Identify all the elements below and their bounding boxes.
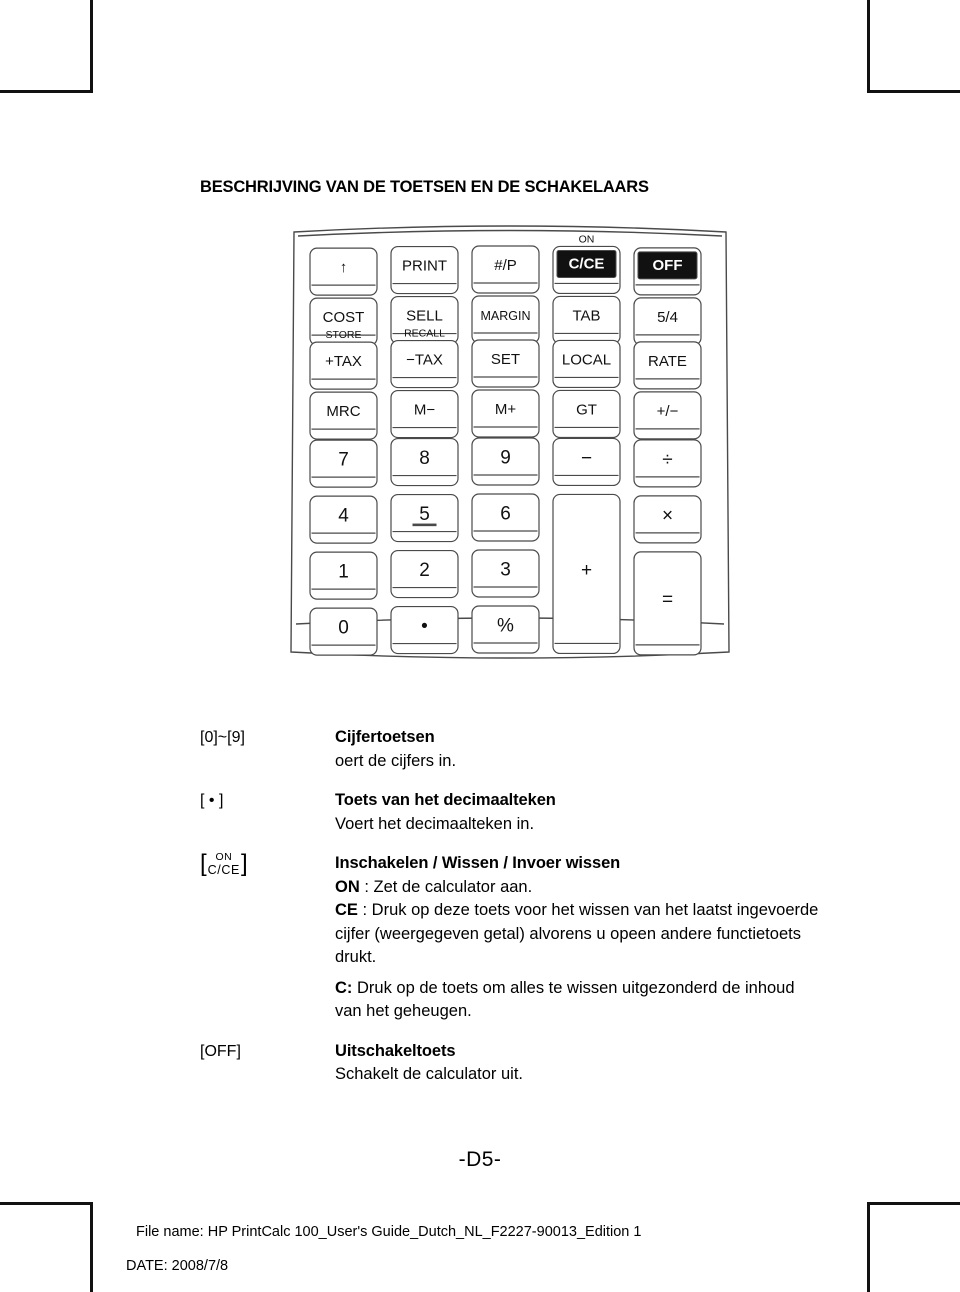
key-label-off-key: [OFF] [200, 1042, 241, 1060]
svg-text:RATE: RATE [648, 353, 687, 370]
description-heading: Uitschakeltoets [335, 1041, 456, 1060]
svg-text:−: − [581, 448, 592, 469]
svg-text:7: 7 [338, 450, 349, 471]
svg-text:−TAX: −TAX [406, 352, 443, 369]
footer-date: DATE: 2008/7/8 [126, 1258, 229, 1274]
page-number: -D5- [458, 1148, 502, 1171]
crop-mark-bottom-left-horizontal [0, 1202, 93, 1205]
svg-text:2: 2 [419, 560, 430, 581]
key-stack: ON C/CE [207, 852, 241, 876]
calculator-keypad-illustration: ↑ PRINT #/P C/CE ON OFF COST SELL MARGIN TAB 5/4 +T… [280, 212, 740, 687]
description-lead-ce: CE [335, 901, 358, 919]
key-description-list: [0]~[9] Cijfertoetsen oert de cijfers in… [200, 726, 820, 1103]
description-text: Voert het decimaalteken in. [335, 814, 535, 833]
svg-text:4: 4 [338, 506, 349, 527]
svg-text:×: × [662, 505, 673, 526]
svg-text:÷: ÷ [662, 449, 672, 470]
description-body-digit-keys: Cijfertoetsen oert de cijfers in. [335, 726, 820, 773]
svg-text:8: 8 [419, 448, 430, 469]
svg-text:LOCAL: LOCAL [562, 351, 611, 368]
crop-mark-top-right-horizontal [867, 90, 960, 93]
svg-text:SET: SET [491, 351, 520, 368]
svg-text:+TAX: +TAX [325, 353, 362, 370]
description-heading: Toets van het decimaalteken [335, 791, 556, 809]
svg-text:5/4: 5/4 [657, 309, 678, 326]
description-lead-c: C: [335, 978, 353, 997]
svg-text:GT: GT [576, 401, 597, 418]
svg-text:0: 0 [338, 618, 349, 639]
description-line-c: C: Druk op de toets om alles te wissen u… [335, 977, 820, 1024]
crop-mark-bottom-right-horizontal [867, 1202, 960, 1205]
key-label-on-clear-key: [ ON C/CE ] [200, 852, 335, 876]
key-label-c-ce: C/CE [207, 862, 240, 877]
svg-text:%: % [497, 616, 514, 637]
svg-text:9: 9 [500, 448, 511, 469]
crop-mark-bottom-right-vertical [867, 1202, 870, 1292]
svg-text:TAB: TAB [572, 307, 600, 324]
svg-text:#/P: #/P [494, 257, 517, 274]
description-heading: Inschakelen / Wissen / Invoer wissen [335, 854, 621, 872]
svg-text:MARGIN: MARGIN [481, 309, 531, 323]
page-title: BESCHRIJVING VAN DE TOETSEN EN DE SCHAKE… [200, 178, 649, 196]
description-row-digit-keys: [0]~[9] Cijfertoetsen oert de cijfers in… [200, 726, 820, 773]
svg-text:RECALL: RECALL [404, 328, 445, 340]
svg-text:6: 6 [500, 504, 511, 525]
key-label-decimal-key: [ • ] [200, 792, 224, 809]
description-text-ce: : Druk op deze toets voor het wissen van… [335, 901, 819, 966]
description-row-on-clear-key: [ ON C/CE ] Inschakelen / Wissen / Invoe… [200, 852, 820, 1024]
description-text: Schakelt de calculator uit. [335, 1065, 524, 1083]
svg-text:↑: ↑ [340, 259, 348, 276]
crop-mark-top-right-vertical [867, 0, 870, 93]
description-row-decimal-key: [ • ] Toets van het decimaalteken Voert … [200, 789, 820, 836]
description-body-on-clear-key: Inschakelen / Wissen / Invoer wissen ON … [335, 852, 820, 1024]
svg-text:STORE: STORE [326, 329, 362, 341]
svg-text:COST: COST [323, 309, 365, 326]
description-text-on: : Zet de calculator aan. [359, 877, 533, 896]
svg-text:+/−: +/− [657, 403, 679, 420]
svg-text:1: 1 [338, 562, 349, 583]
svg-text:=: = [662, 589, 673, 610]
key-label-digit-keys: [0]~[9] [200, 729, 245, 746]
svg-text:C/CE: C/CE [569, 255, 605, 272]
description-row-off-key: [OFF] Uitschakeltoets Schakelt de calcul… [200, 1040, 820, 1087]
description-heading: Cijfertoetsen [335, 728, 435, 746]
svg-text:OFF: OFF [653, 257, 683, 274]
svg-text:•: • [421, 616, 428, 637]
svg-text:M−: M− [414, 402, 435, 419]
svg-text:3: 3 [500, 560, 511, 581]
description-lead-on: ON [335, 877, 360, 896]
crop-mark-top-left-vertical [90, 0, 93, 93]
description-body-decimal-key: Toets van het decimaalteken Voert het de… [335, 789, 820, 836]
key-glyph-on-ce: [ ON C/CE ] [200, 852, 248, 876]
description-text: oert de cijfers in. [335, 751, 457, 770]
svg-text:MRC: MRC [326, 403, 360, 420]
footer-file-name: File name: HP PrintCalc 100_User's Guide… [136, 1224, 642, 1240]
svg-text:M+: M+ [495, 401, 516, 418]
description-line-on: ON : Zet de calculator aan. [335, 876, 820, 900]
svg-text:PRINT: PRINT [402, 258, 447, 275]
description-body-off-key: Uitschakeltoets Schakelt de calculator u… [335, 1040, 820, 1087]
svg-text:ON: ON [579, 233, 595, 245]
bracket-open-icon: [ [200, 850, 207, 877]
description-text-c: Druk op de toets om alles te wissen uitg… [335, 978, 795, 1021]
svg-text:+: + [581, 560, 592, 581]
bracket-close-icon: ] [240, 850, 248, 877]
svg-text:SELL: SELL [406, 308, 443, 325]
crop-mark-bottom-left-vertical [90, 1202, 93, 1292]
key-label-on: ON [215, 851, 233, 863]
description-line-ce: CE : Druk op deze toets voor het wissen … [335, 899, 820, 970]
svg-text:5: 5 [419, 504, 430, 525]
crop-mark-top-left-horizontal [0, 90, 93, 93]
